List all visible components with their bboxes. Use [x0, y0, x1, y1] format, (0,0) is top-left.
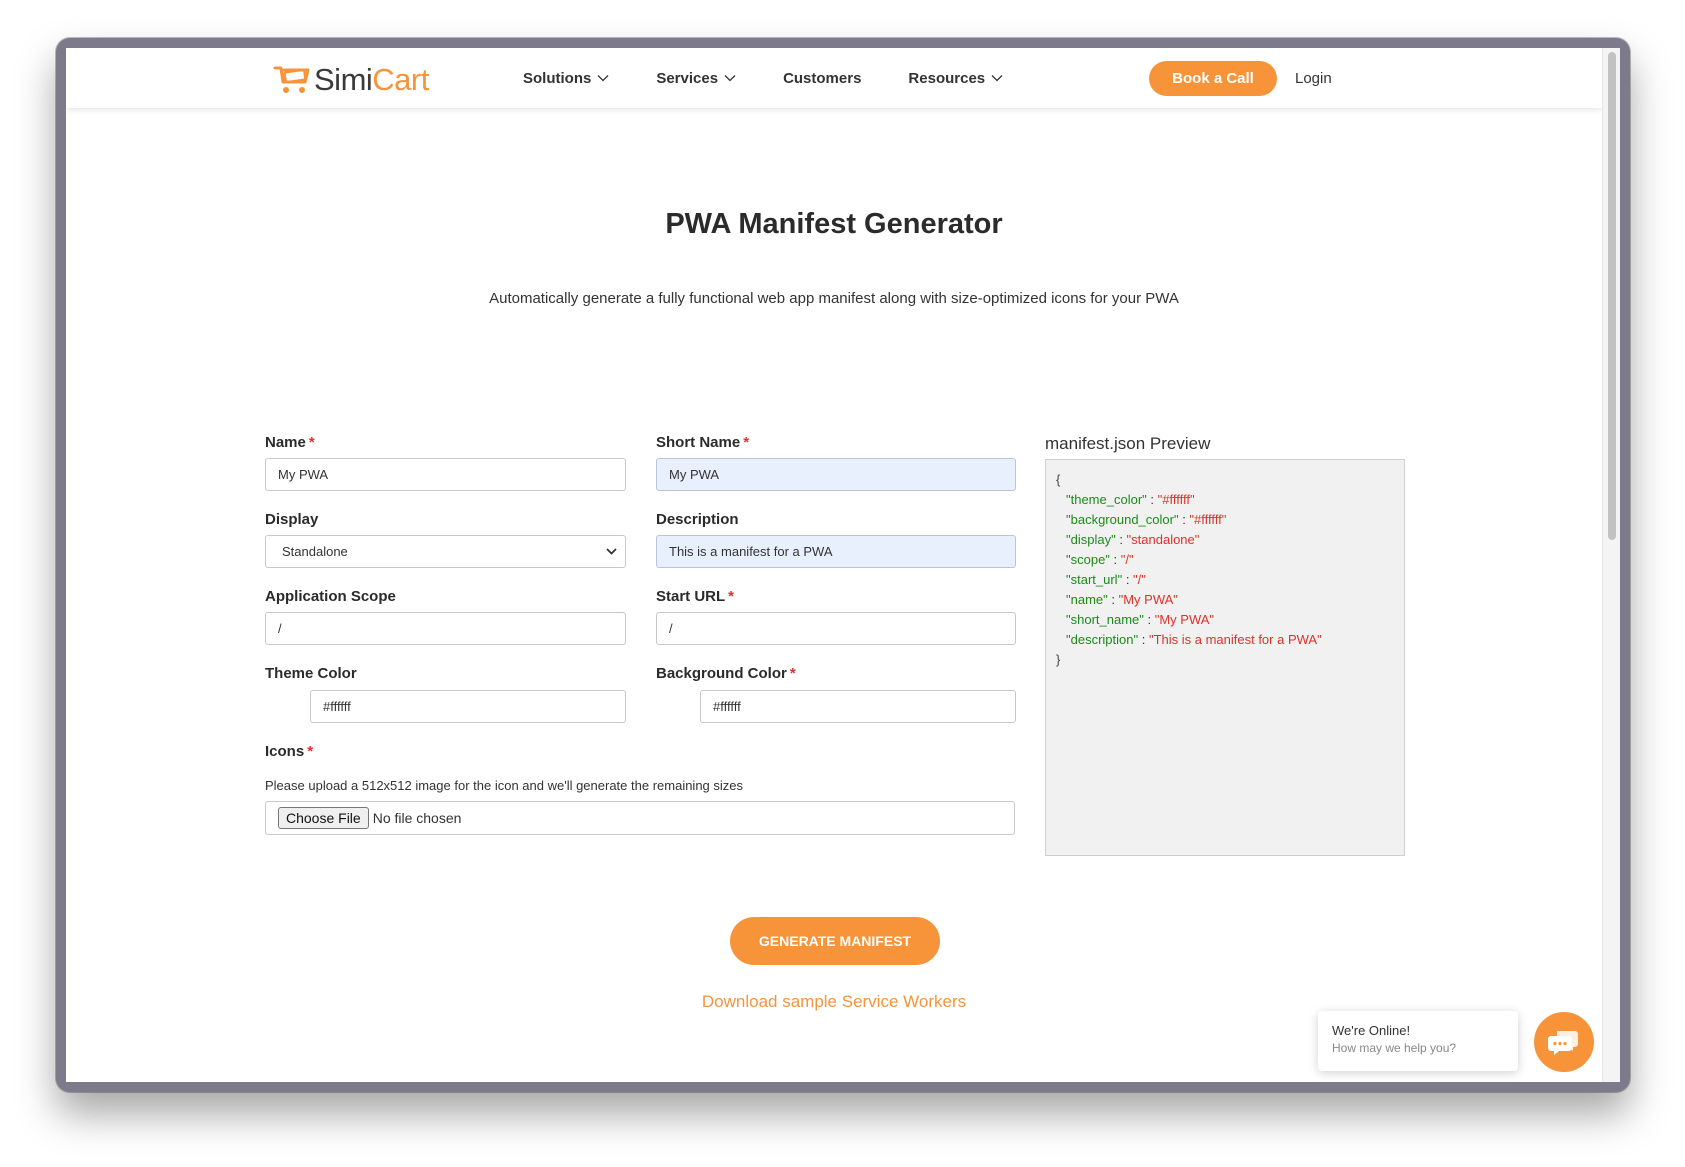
- icon-file-input[interactable]: Choose File No file chosen: [265, 801, 1015, 835]
- short-name-label: Short Name *: [656, 434, 750, 451]
- nav-resources[interactable]: Resources: [908, 66, 1003, 90]
- required-asterisk: *: [789, 665, 796, 682]
- application-scope-input[interactable]: /: [265, 612, 626, 645]
- choose-file-button[interactable]: Choose File: [278, 807, 369, 829]
- icons-hint: Please upload a 512x512 image for the ic…: [265, 778, 744, 793]
- chat-bubbles-icon: [1548, 1031, 1578, 1055]
- json-line: "short_name" : "My PWA": [1066, 612, 1215, 627]
- main-nav: Solutions Services Customers Resources: [523, 66, 1050, 90]
- icons-label: Icons *: [265, 743, 314, 760]
- manifest-preview: { "theme_color" : "#ffffff" "background_…: [1045, 459, 1405, 856]
- nav-resources-label: Resources: [908, 69, 986, 87]
- json-line: "display" : "standalone": [1066, 532, 1200, 547]
- json-line: "background_color" : "#ffffff": [1066, 512, 1227, 527]
- page-title: PWA Manifest Generator: [665, 208, 1003, 240]
- chat-help-text: How may we help you?: [1332, 1041, 1457, 1055]
- chat-popup[interactable]: We're Online! How may we help you?: [1318, 1011, 1518, 1071]
- description-label: Description: [656, 511, 739, 528]
- application-scope-label: Application Scope: [265, 588, 396, 605]
- chevron-down-icon: [991, 75, 1003, 82]
- required-asterisk: *: [728, 588, 735, 605]
- display-select[interactable]: Standalone: [265, 535, 626, 568]
- json-close-brace: }: [1056, 652, 1061, 667]
- short-name-input[interactable]: My PWA: [656, 458, 1016, 491]
- nav-solutions-label: Solutions: [523, 69, 592, 87]
- json-line: "name" : "My PWA": [1066, 592, 1178, 607]
- json-line: "start_url" : "/": [1066, 572, 1146, 587]
- required-asterisk: *: [743, 434, 750, 451]
- nav-customers-label: Customers: [783, 69, 862, 87]
- json-line: "description" : "This is a manifest for …: [1066, 632, 1322, 647]
- nav-customers[interactable]: Customers: [783, 66, 861, 90]
- nav-services-label: Services: [656, 69, 719, 87]
- download-link-text[interactable]: Download sample Service Workers: [702, 992, 966, 1011]
- chevron-down-icon: [606, 548, 617, 555]
- chevron-down-icon: [724, 75, 736, 82]
- start-url-input[interactable]: /: [656, 612, 1016, 645]
- name-label: Name *: [265, 434, 315, 451]
- scrollbar-thumb[interactable]: [1608, 52, 1616, 540]
- page-scrollbar[interactable]: [1602, 48, 1620, 1082]
- json-open-brace: {: [1056, 472, 1061, 487]
- logo-wordmark: SimiCart: [314, 62, 429, 97]
- theme-color-label: Theme Color: [265, 665, 357, 682]
- page-viewport: SimiCart Solutions Services Customers Re…: [66, 48, 1620, 1082]
- file-status: No file chosen: [372, 810, 462, 826]
- simicart-logo[interactable]: SimiCart: [272, 62, 429, 98]
- display-selected-value: Standalone: [282, 544, 348, 559]
- chat-online-text: We're Online!: [1332, 1023, 1411, 1038]
- login-link[interactable]: Login: [1295, 70, 1332, 87]
- chat-launcher-button[interactable]: [1534, 1012, 1594, 1072]
- theme-color-input[interactable]: #ffffff: [310, 690, 626, 723]
- site-header: SimiCart Solutions Services Customers Re…: [66, 48, 1602, 108]
- description-input[interactable]: This is a manifest for a PWA: [656, 535, 1016, 568]
- nav-solutions[interactable]: Solutions: [523, 66, 609, 90]
- generate-manifest-button[interactable]: GENERATE MANIFEST: [730, 917, 940, 965]
- start-url-label: Start URL *: [656, 588, 735, 605]
- download-service-workers-link: Download sample Service Workers: [66, 992, 1602, 1012]
- chevron-down-icon: [597, 75, 609, 82]
- background-color-input[interactable]: #ffffff: [700, 690, 1016, 723]
- required-asterisk: *: [307, 743, 314, 760]
- cart-logo-icon: [273, 66, 310, 93]
- required-asterisk: *: [308, 434, 315, 451]
- json-line: "scope" : "/": [1066, 552, 1134, 567]
- book-a-call-button[interactable]: Book a Call: [1149, 61, 1277, 96]
- name-input[interactable]: My PWA: [265, 458, 626, 491]
- desktop-background: SimiCart Solutions Services Customers Re…: [0, 0, 1685, 1167]
- nav-services[interactable]: Services: [656, 66, 736, 90]
- browser-window: SimiCart Solutions Services Customers Re…: [56, 38, 1630, 1092]
- preview-title: manifest.json Preview: [1045, 434, 1211, 453]
- background-color-label: Background Color *: [656, 665, 796, 682]
- page-subtitle: Automatically generate a fully functiona…: [489, 290, 1179, 307]
- json-line: "theme_color" : "#ffffff": [1066, 492, 1195, 507]
- display-label: Display: [265, 511, 319, 528]
